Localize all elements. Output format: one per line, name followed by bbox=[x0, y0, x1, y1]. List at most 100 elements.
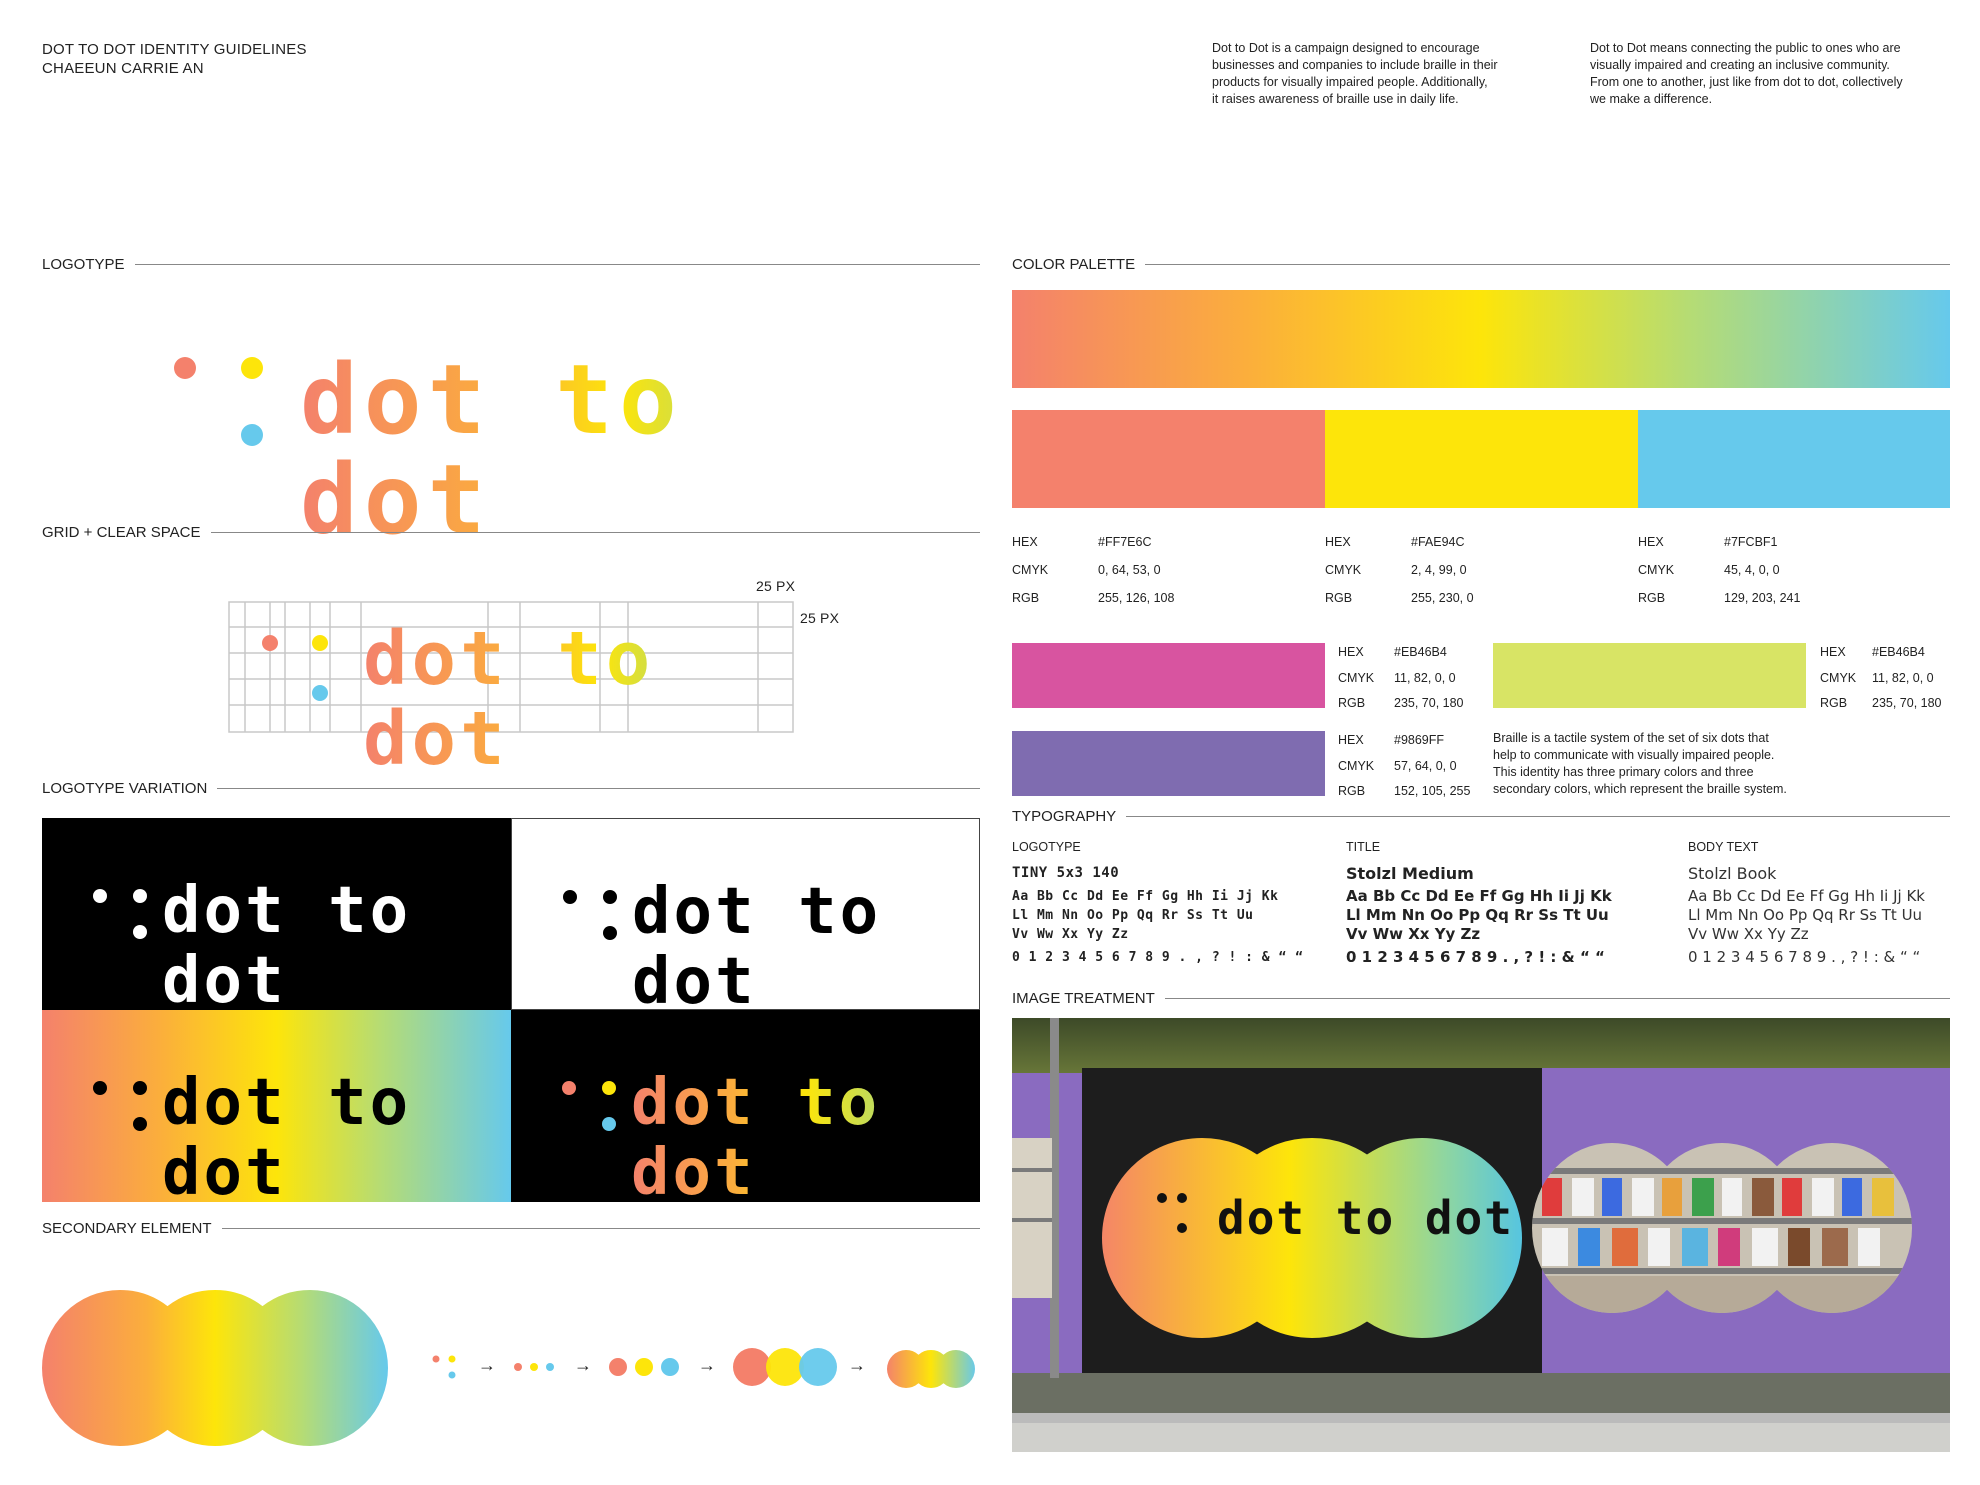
variation-black-gradient: dot to dot bbox=[511, 1010, 980, 1208]
divider bbox=[1145, 264, 1950, 265]
rgb-label: RGB bbox=[1012, 591, 1040, 605]
rgb-value: 235, 70, 180 bbox=[1872, 696, 1942, 710]
braille-dot bbox=[241, 357, 263, 379]
specimen-line: Aa Bb Cc Dd Ee Ff Gg Hh Ii Jj Kk bbox=[1688, 887, 1925, 905]
swatch-blue bbox=[1638, 410, 1950, 508]
type-body: BODY TEXT Stolzl Book Aa Bb Cc Dd Ee Ff … bbox=[1688, 840, 1968, 967]
hex-value: #9869FF bbox=[1394, 733, 1445, 747]
step-4-dots bbox=[733, 1348, 837, 1386]
section-logotype: LOGOTYPE bbox=[42, 256, 980, 273]
triple-circle-svg bbox=[42, 1290, 388, 1446]
cmyk-label: CMYK bbox=[1820, 670, 1857, 685]
specimen-line: Vv Ww Xx Yy Zz bbox=[1688, 925, 1809, 943]
cmyk-label: CMYK bbox=[1012, 563, 1049, 577]
grid-label-vertical: 25 PX bbox=[800, 610, 840, 626]
gradient-bar bbox=[1012, 290, 1950, 388]
type-label: BODY TEXT bbox=[1688, 840, 1759, 854]
section-title: GRID + CLEAR SPACE bbox=[42, 524, 201, 541]
section-typography: TYPOGRAPHY bbox=[1012, 808, 1950, 825]
divider bbox=[1164, 998, 1950, 999]
variation-white-black: dot to dot bbox=[511, 818, 980, 1017]
section-secondary: SECONDARY ELEMENT bbox=[42, 1220, 980, 1237]
grid-label-horizontal: 25 PX bbox=[756, 578, 796, 594]
grid-wordmark: dot to dot bbox=[363, 619, 794, 779]
intro-paragraph-2: Dot to Dot means connecting the public t… bbox=[1590, 41, 1903, 106]
braille-dots bbox=[562, 1081, 616, 1131]
braille-dot bbox=[262, 635, 278, 651]
specimen-line: Ll Mm Nn Oo Pp Qq Rr Ss Tt Uu bbox=[1688, 906, 1923, 924]
type-label: LOGOTYPE bbox=[1012, 840, 1081, 854]
cmyk-value: 11, 82, 0, 0 bbox=[1394, 670, 1456, 685]
specimen-line: Ll Mm Nn Oo Pp Qq Rr Ss Tt Uu bbox=[1012, 908, 1254, 923]
step-3-dots bbox=[609, 1358, 679, 1376]
type-title: TITLE Stolzl Medium Aa Bb Cc Dd Ee Ff Gg… bbox=[1346, 840, 1666, 967]
swatch-coral bbox=[1012, 410, 1325, 508]
cmyk-value: 45, 4, 0, 0 bbox=[1724, 563, 1780, 577]
billboard-photo: dot to dot bbox=[1012, 1018, 1950, 1452]
section-title: TYPOGRAPHY bbox=[1012, 808, 1117, 825]
hex-value: #FF7E6C bbox=[1098, 535, 1152, 549]
section-title: COLOR PALETTE bbox=[1012, 256, 1136, 273]
cmyk-value: 11, 82, 0, 0 bbox=[1872, 670, 1934, 685]
rgb-value: 255, 126, 108 bbox=[1098, 591, 1175, 605]
divider bbox=[134, 264, 980, 265]
color-spec-blue: HEX #7FCBF1 CMYK 45, 4, 0, 0 RGB 129, 203, … bbox=[1638, 528, 1938, 612]
cmyk-value: 57, 64, 0, 0 bbox=[1394, 758, 1457, 773]
arrow-icon: → bbox=[848, 1355, 867, 1375]
title-line-1: DOT TO DOT IDENTITY GUIDELINES bbox=[42, 41, 307, 58]
color-spec-lime: HEX #EB46B4 CMYK 11, 82, 0, 0 RGB 235, 70, … bbox=[1820, 640, 1950, 717]
arrow-icon: → bbox=[698, 1355, 717, 1375]
cmyk-label: CMYK bbox=[1325, 563, 1362, 577]
section-title: LOGOTYPE bbox=[42, 256, 125, 273]
braille-dot bbox=[241, 424, 263, 446]
rgb-value: 235, 70, 180 bbox=[1394, 696, 1464, 710]
divider bbox=[210, 532, 980, 533]
logotype-mark: dot to dot bbox=[160, 340, 880, 550]
triple-circle-element bbox=[42, 1290, 388, 1446]
rgb-label: RGB bbox=[1820, 696, 1848, 710]
grid-diagram: dot to dot bbox=[228, 601, 794, 779]
hex-label: HEX bbox=[1338, 645, 1364, 659]
progression-sequence: → → → → bbox=[430, 1345, 990, 1405]
hex-label: HEX bbox=[1820, 645, 1846, 659]
hex-label: HEX bbox=[1325, 535, 1351, 549]
billboard-wordmark: dot to dot bbox=[1217, 1191, 1514, 1245]
hex-label: HEX bbox=[1338, 733, 1364, 747]
cmyk-label: CMYK bbox=[1338, 758, 1375, 773]
specimen-line: Vv Ww Xx Yy Zz bbox=[1012, 927, 1129, 942]
document-title: DOT TO DOT IDENTITY GUIDELINES CHAEEUN C… bbox=[42, 40, 307, 78]
variation-black-white: dot to dot bbox=[42, 818, 511, 1016]
color-spec-purple: HEX #9869FF CMYK 57, 64, 0, 0 RGB 152, 105,… bbox=[1338, 728, 1498, 805]
hex-label: HEX bbox=[1638, 535, 1664, 549]
swatch-magenta bbox=[1012, 643, 1325, 708]
color-spec-coral: HEX #FF7E6C CMYK 0, 64, 53, 0 RGB 255, 126,… bbox=[1012, 528, 1312, 612]
section-variation: LOGOTYPE VARIATION bbox=[42, 780, 980, 797]
arrow-icon: → bbox=[478, 1355, 497, 1375]
cmyk-label: CMYK bbox=[1638, 563, 1675, 577]
section-title: SECONDARY ELEMENT bbox=[42, 1220, 212, 1237]
rgb-label: RGB bbox=[1338, 784, 1366, 798]
variation-wordmark: dot to dot bbox=[162, 874, 412, 1018]
color-spec-yellow: HEX #FAE94C CMYK 2, 4, 99, 0 RGB 255, 230, … bbox=[1325, 528, 1625, 612]
variation-wordmark: dot to dot bbox=[632, 875, 882, 1019]
rgb-value: 255, 230, 0 bbox=[1411, 591, 1474, 605]
section-title: IMAGE TREATMENT bbox=[1012, 990, 1155, 1007]
swatch-lime bbox=[1493, 643, 1806, 708]
step-5-dots bbox=[887, 1350, 975, 1388]
specimen-line: Aa Bb Cc Dd Ee Ff Gg Hh Ii Jj Kk bbox=[1346, 887, 1612, 905]
braille-dot bbox=[312, 635, 328, 651]
swatch-yellow bbox=[1325, 410, 1638, 508]
swatch-purple bbox=[1012, 731, 1325, 796]
title-line-2: CHAEEUN CARRIE AN bbox=[42, 60, 204, 77]
section-image: IMAGE TREATMENT bbox=[1012, 990, 1950, 1007]
section-title: LOGOTYPE VARIATION bbox=[42, 780, 208, 797]
braille-dot bbox=[312, 685, 328, 701]
logo-wordmark: dot to dot bbox=[300, 350, 880, 550]
braille-dots bbox=[93, 889, 147, 939]
variation-grid: dot to dot dot to dot dot to dot dot to … bbox=[42, 818, 980, 1208]
specimen-line: 0 1 2 3 4 5 6 7 8 9 . , ? ! : & “ “ bbox=[1688, 948, 1921, 966]
braille-description: Braille is a tactile system of the set o… bbox=[1493, 731, 1787, 796]
specimen-line: Ll Mm Nn Oo Pp Qq Rr Ss Tt Uu bbox=[1346, 906, 1609, 924]
cmyk-value: 2, 4, 99, 0 bbox=[1411, 563, 1467, 577]
divider bbox=[217, 788, 980, 789]
